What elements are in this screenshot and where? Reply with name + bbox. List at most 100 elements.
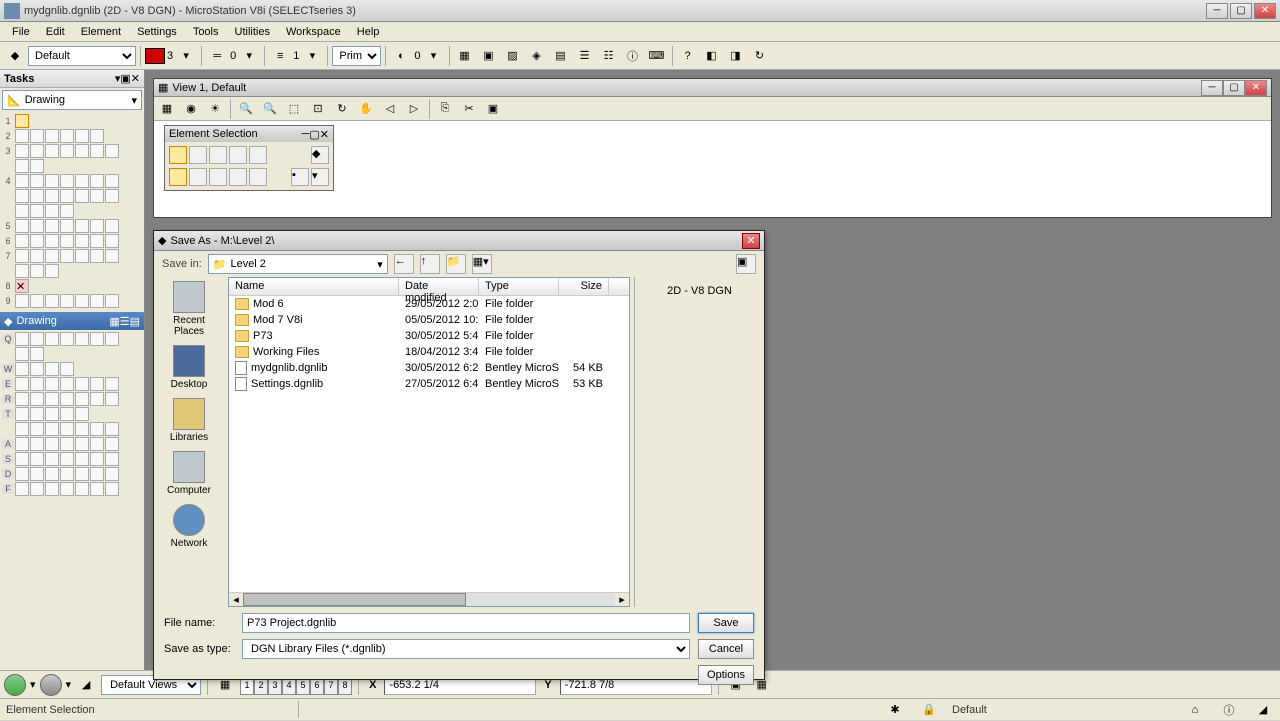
file-row[interactable]: Mod 7 V8i05/05/2012 10:3...File folder xyxy=(229,312,629,328)
element-info-icon[interactable]: ⓘ xyxy=(622,45,644,67)
drawing-section-header[interactable]: ◆ Drawing ▦ ☰ ▤ xyxy=(0,312,144,330)
dropdown-arrow-icon[interactable]: ▾ xyxy=(175,45,197,67)
menu-tools[interactable]: Tools xyxy=(185,24,227,40)
menu-file[interactable]: File xyxy=(4,24,38,40)
clip-volume-icon[interactable]: ✂ xyxy=(458,98,480,120)
tasks-dropdown[interactable]: 📐 Drawing ▾ xyxy=(2,90,142,110)
tool-icon[interactable] xyxy=(90,482,104,496)
tool-icon[interactable] xyxy=(75,377,89,391)
tool-icon[interactable] xyxy=(75,189,89,203)
settings-icon[interactable]: ◆ xyxy=(311,146,329,164)
tool-icon[interactable] xyxy=(15,407,29,421)
close-button[interactable]: ✕ xyxy=(1254,3,1276,19)
menu-workspace[interactable]: Workspace xyxy=(278,24,349,40)
tool-icon[interactable] xyxy=(30,422,44,436)
tool-icon[interactable] xyxy=(90,219,104,233)
tool-icon[interactable] xyxy=(15,234,29,248)
level-display-icon[interactable]: ☷ xyxy=(598,45,620,67)
tool-icon[interactable] xyxy=(30,189,44,203)
line-mode-icon[interactable] xyxy=(249,146,267,164)
tool-icon[interactable] xyxy=(45,377,59,391)
menu-settings[interactable]: Settings xyxy=(129,24,185,40)
nav-forward-button[interactable] xyxy=(40,674,62,696)
tool-icon[interactable] xyxy=(15,294,29,308)
chevron-down-icon[interactable]: ▾ xyxy=(30,678,36,691)
column-size[interactable]: Size xyxy=(559,278,609,295)
tool-icon[interactable] xyxy=(45,144,59,158)
tool-icon[interactable] xyxy=(30,377,44,391)
up-button[interactable]: ↑ xyxy=(420,254,440,274)
tool-icon[interactable] xyxy=(60,174,74,188)
rotate-view-icon[interactable]: ↻ xyxy=(331,98,353,120)
close-button[interactable]: ✕ xyxy=(742,233,760,249)
tool-icon[interactable] xyxy=(30,452,44,466)
tool-icon[interactable] xyxy=(60,407,74,421)
copy-view-icon[interactable]: ⎘ xyxy=(434,98,456,120)
filename-input[interactable] xyxy=(242,613,690,633)
tool-icon[interactable] xyxy=(90,129,104,143)
tool-icon[interactable] xyxy=(30,407,44,421)
column-type[interactable]: Type xyxy=(479,278,559,295)
tool-icon[interactable] xyxy=(30,174,44,188)
tool-icon[interactable] xyxy=(15,114,29,128)
view-attributes-icon[interactable]: ▦ xyxy=(156,98,178,120)
tool-icon[interactable] xyxy=(75,437,89,451)
transparency-icon[interactable]: ◐ xyxy=(390,45,412,67)
lock-icon[interactable]: 🔒 xyxy=(918,699,940,721)
clear-mode-icon[interactable] xyxy=(249,168,267,186)
tool-icon[interactable] xyxy=(60,362,74,376)
options-button[interactable]: Options xyxy=(698,665,754,685)
tool-icon[interactable] xyxy=(30,159,44,173)
tool-icon[interactable] xyxy=(15,482,29,496)
tool-icon[interactable] xyxy=(45,234,59,248)
tool-icon[interactable] xyxy=(15,467,29,481)
tool-icon[interactable] xyxy=(45,264,59,278)
dropdown-arrow-icon[interactable]: ▾ xyxy=(423,45,445,67)
tool-icon[interactable] xyxy=(105,392,119,406)
tool-icon[interactable] xyxy=(45,482,59,496)
chevron-down-icon[interactable]: ▾ xyxy=(311,168,329,186)
tool-icon[interactable] xyxy=(75,219,89,233)
saveastype-dropdown[interactable]: DGN Library Files (*.dgnlib) xyxy=(242,639,690,659)
column-date[interactable]: Date modified xyxy=(399,278,479,295)
zoom-in-icon[interactable]: 🔍 xyxy=(235,98,257,120)
tool-icon[interactable] xyxy=(90,189,104,203)
fit-view-icon[interactable]: ⊡ xyxy=(307,98,329,120)
tool-icon[interactable] xyxy=(30,392,44,406)
minimize-icon[interactable]: ─ xyxy=(302,128,310,140)
models-icon[interactable]: ▦ xyxy=(454,45,476,67)
resize-grip-icon[interactable]: ◢ xyxy=(1252,699,1274,721)
tool-icon[interactable] xyxy=(15,189,29,203)
tool-icon[interactable] xyxy=(15,392,29,406)
tool-icon[interactable] xyxy=(15,332,29,346)
save-in-dropdown[interactable]: 📁 Level 2 ▾ xyxy=(208,254,388,274)
new-mode-icon[interactable] xyxy=(169,168,187,186)
tool-icon[interactable] xyxy=(90,452,104,466)
tool-icon[interactable] xyxy=(15,362,29,376)
file-row[interactable]: Working Files18/04/2012 3:42...File fold… xyxy=(229,344,629,360)
tool-icon[interactable] xyxy=(105,422,119,436)
element-selection-titlebar[interactable]: Element Selection ─ ▢ ✕ xyxy=(165,126,333,142)
menu-utilities[interactable]: Utilities xyxy=(227,24,278,40)
pan-view-icon[interactable]: ✋ xyxy=(355,98,377,120)
save-button[interactable]: Save xyxy=(698,613,754,633)
home-icon[interactable]: ⌂ xyxy=(1184,699,1206,721)
file-row[interactable]: Mod 629/05/2012 2:01...File folder xyxy=(229,296,629,312)
preview-toggle-button[interactable]: ▣ xyxy=(736,254,756,274)
tool-icon[interactable] xyxy=(105,294,119,308)
minimize-button[interactable]: ─ xyxy=(1206,3,1228,19)
tool-icon[interactable] xyxy=(15,264,29,278)
tool-icon[interactable] xyxy=(105,452,119,466)
tool-icon[interactable] xyxy=(90,332,104,346)
cancel-button[interactable]: Cancel xyxy=(698,639,754,659)
tool-icon[interactable] xyxy=(45,452,59,466)
tool-icon[interactable] xyxy=(60,437,74,451)
tool-icon[interactable] xyxy=(90,422,104,436)
tool-icon[interactable] xyxy=(15,377,29,391)
tool-icon[interactable] xyxy=(90,144,104,158)
tool-icon[interactable] xyxy=(15,204,29,218)
tool-icon[interactable] xyxy=(30,482,44,496)
tool-icon[interactable] xyxy=(30,129,44,143)
tool-icon[interactable] xyxy=(15,347,29,361)
nav-back-button[interactable] xyxy=(4,674,26,696)
